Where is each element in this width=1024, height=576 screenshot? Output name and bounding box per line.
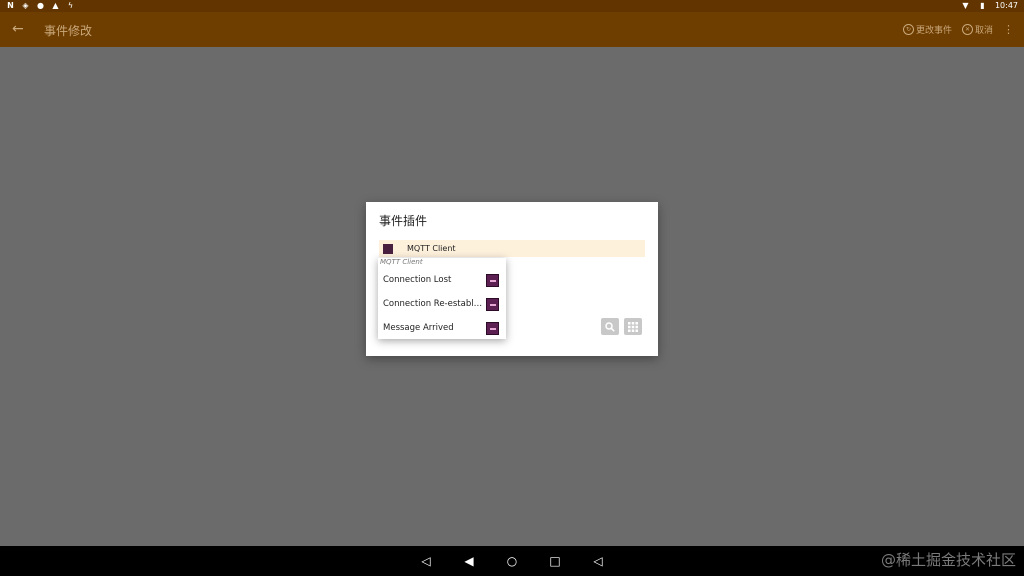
battery-icon: ▮ bbox=[980, 1, 985, 10]
watermark: @稀土掘金技术社区 bbox=[880, 551, 1016, 569]
n-notification-icon: N bbox=[7, 1, 14, 10]
plugin-app-icon bbox=[486, 273, 499, 287]
plugin-app-icon bbox=[486, 297, 499, 311]
refresh-icon: ↻ bbox=[902, 24, 914, 35]
status-left-icons: N ◈ ● ▲ ϟ bbox=[6, 1, 75, 10]
menu-item-message-arrived[interactable]: Message Arrived bbox=[378, 317, 506, 339]
cancel-label: 取消 bbox=[974, 26, 993, 36]
grid-icon bbox=[628, 321, 638, 332]
volume-up-icon[interactable]: ◁ bbox=[591, 553, 605, 569]
dialog-title: 事件插件 bbox=[379, 214, 428, 228]
page-title: 事件修改 bbox=[44, 24, 93, 38]
change-event-button[interactable]: ↻ 更改事件 bbox=[902, 23, 952, 36]
status-right-icons: ▼ ▮ 10:47 bbox=[961, 1, 1018, 10]
menu-item-connection-lost[interactable]: Connection Lost bbox=[378, 269, 506, 291]
bell-icon: ▲ bbox=[52, 1, 59, 10]
app-bar-actions: ↻ 更改事件 ✕ 取消 ⋮ bbox=[902, 23, 1014, 36]
menu-item-label: Connection Lost bbox=[383, 275, 452, 285]
search-button[interactable] bbox=[601, 318, 619, 335]
overflow-menu-icon[interactable]: ⋮ bbox=[1003, 23, 1014, 36]
search-icon bbox=[605, 321, 615, 332]
circle-icon: ● bbox=[37, 1, 44, 10]
menu-item-label: Message Arrived bbox=[383, 323, 454, 333]
menu-item-label: Connection Re-established bbox=[383, 299, 483, 309]
selected-plugin-row[interactable]: MQTT Client bbox=[379, 240, 645, 257]
status-time: 10:47 bbox=[994, 1, 1018, 10]
event-dropdown-menu: MQTT Client Connection Lost Connection R… bbox=[378, 258, 506, 339]
dropdown-header: MQTT Client bbox=[380, 258, 423, 266]
status-bar: N ◈ ● ▲ ϟ ▼ ▮ 10:47 bbox=[0, 0, 1024, 12]
wifi-icon: ▼ bbox=[962, 1, 969, 10]
plugin-app-icon bbox=[486, 321, 499, 335]
grid-view-button[interactable] bbox=[624, 318, 642, 335]
back-icon[interactable]: ◀ bbox=[462, 553, 476, 569]
recents-icon[interactable]: □ bbox=[548, 553, 562, 569]
cancel-button[interactable]: ✕ 取消 bbox=[961, 23, 993, 36]
vpn-icon: ◈ bbox=[22, 1, 29, 10]
flash-icon: ϟ bbox=[67, 1, 74, 10]
change-event-label: 更改事件 bbox=[915, 26, 952, 36]
plugin-icon bbox=[383, 243, 393, 254]
app-bar: ← 事件修改 ↻ 更改事件 ✕ 取消 ⋮ bbox=[0, 12, 1024, 47]
menu-item-connection-reestablished[interactable]: Connection Re-established bbox=[378, 293, 506, 315]
cancel-icon: ✕ bbox=[961, 24, 973, 35]
home-icon[interactable]: ○ bbox=[505, 553, 519, 569]
system-nav-bar: ◁ ◀ ○ □ ◁ @稀土掘金技术社区 bbox=[0, 546, 1024, 576]
selected-plugin-label: MQTT Client bbox=[407, 244, 456, 253]
back-arrow-icon[interactable]: ← bbox=[12, 21, 24, 37]
volume-down-icon[interactable]: ◁ bbox=[419, 553, 433, 569]
